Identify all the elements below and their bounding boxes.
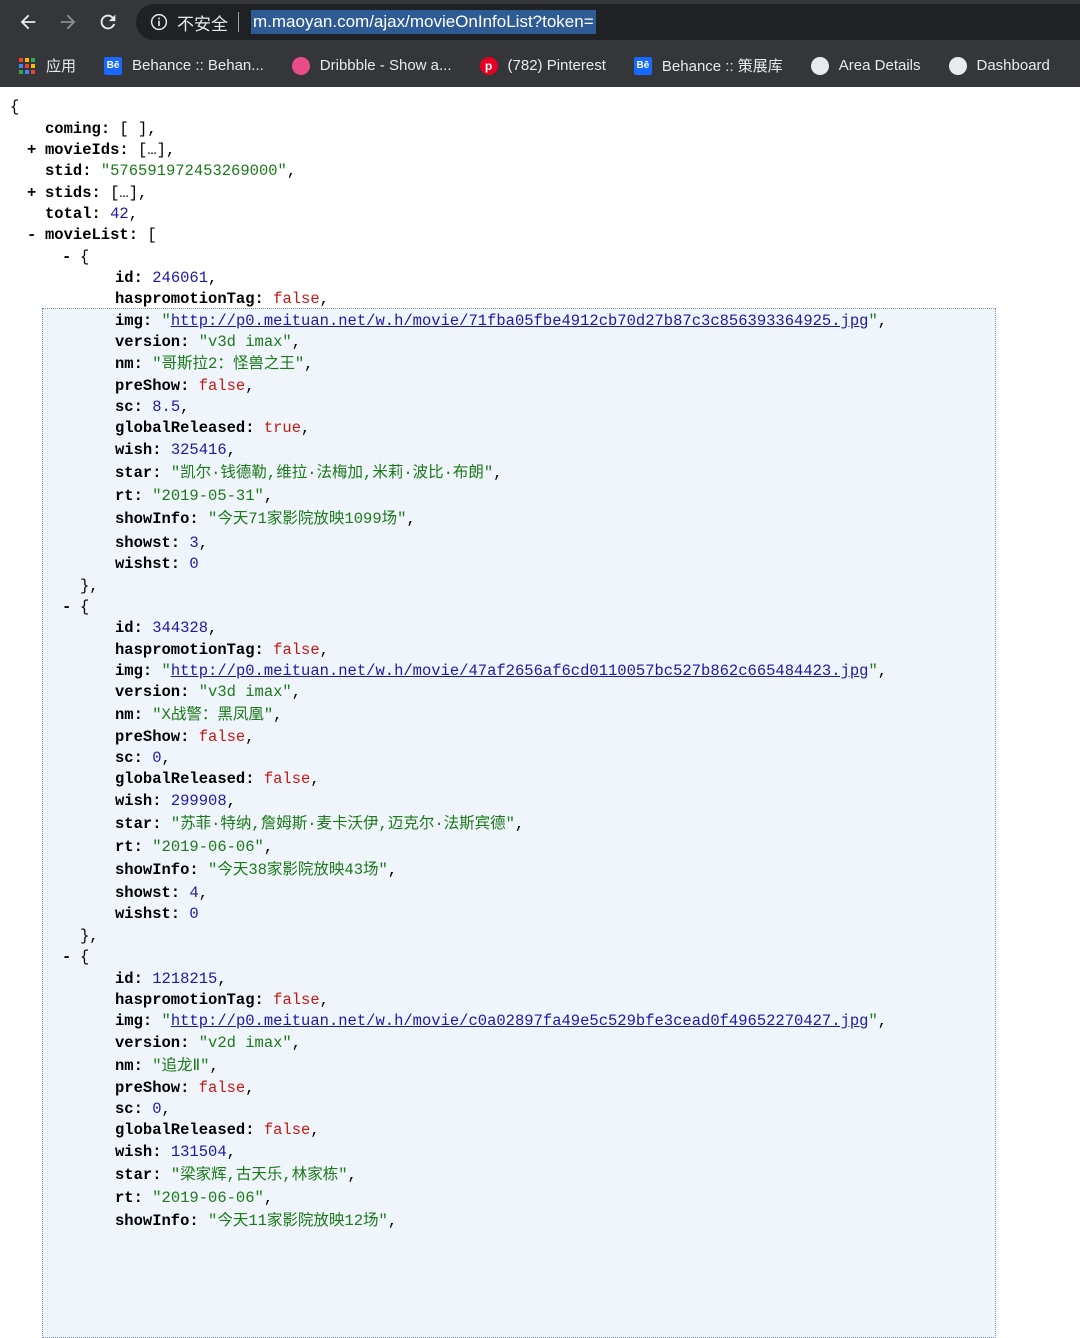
json-row-nm: nm: "追龙Ⅱ",	[115, 1057, 219, 1075]
json-row-nm: nm: "哥斯拉2：怪兽之王",	[115, 355, 314, 373]
json-row-showst: showst: 4,	[115, 884, 209, 902]
json-row-coming: coming: [ ],	[45, 120, 157, 138]
globe-icon	[948, 56, 967, 75]
json-row-wish: wish: 299908,	[115, 792, 236, 810]
json-row-total: total: 42,	[45, 205, 139, 223]
json-row-stids: stids: […],	[45, 184, 148, 202]
json-row-sc: sc: 8.5,	[115, 398, 190, 416]
json-row-haspromotionTag: haspromotionTag: false,	[115, 991, 329, 1009]
json-row-globalReleased: globalReleased: false,	[115, 1121, 320, 1139]
bookmarks-bar: 应用 Bē Behance :: Behan... Dribbble - Sho…	[0, 44, 1080, 87]
apps-grid-icon	[18, 57, 36, 75]
json-row-version: version: "v3d imax",	[115, 333, 302, 351]
json-row-showInfo: showInfo: "今天71家影院放映1099场",	[115, 510, 416, 528]
json-row-showInfo: showInfo: "今天11家影院放映12场",	[115, 1212, 398, 1230]
bookmark-label: Dashboard	[976, 57, 1050, 74]
bookmark-pinterest[interactable]: p (782) Pinterest	[479, 56, 606, 75]
address-divider	[238, 12, 239, 32]
arrow-right-icon	[60, 14, 76, 30]
image-link[interactable]: http://p0.meituan.net/w.h/movie/71fba05f…	[171, 312, 869, 330]
expand-toggle[interactable]: +	[27, 183, 36, 203]
json-row-globalReleased: globalReleased: true,	[115, 419, 311, 437]
bookmark-dashboard[interactable]: Dashboard	[948, 56, 1050, 75]
json-row-img: img: "http://p0.meituan.net/w.h/movie/71…	[115, 312, 888, 330]
bookmark-apps[interactable]: 应用	[18, 55, 76, 76]
collapse-toggle[interactable]: -	[27, 225, 36, 245]
json-row-id: id: 1218215,	[115, 970, 227, 988]
json-row-rt: rt: "2019-06-06",	[115, 1189, 274, 1207]
behance-icon: Bē	[633, 56, 652, 75]
json-row-nm: nm: "X战警：黑凤凰",	[115, 706, 283, 724]
image-link[interactable]: http://p0.meituan.net/w.h/movie/c0a02897…	[171, 1012, 869, 1030]
json-row-rt: rt: "2019-05-31",	[115, 487, 274, 505]
json-row-preShow: preShow: false,	[115, 377, 255, 395]
info-icon[interactable]	[150, 13, 168, 31]
expand-toggle[interactable]: +	[27, 140, 36, 160]
forward-button[interactable]	[53, 7, 83, 37]
pinterest-icon: p	[479, 56, 498, 75]
collapse-toggle[interactable]: -	[62, 247, 71, 267]
bookmark-label: Behance :: Behan...	[132, 57, 264, 74]
json-row-preShow: preShow: false,	[115, 1079, 255, 1097]
json-row-showst: showst: 3,	[115, 534, 209, 552]
json-row-sc: sc: 0,	[115, 749, 171, 767]
browser-toolbar: 不安全 m.maoyan.com/ajax/movieOnInfoList?to…	[0, 0, 1080, 44]
json-object-close: },	[80, 927, 99, 945]
url-text[interactable]: m.maoyan.com/ajax/movieOnInfoList?token=	[251, 10, 596, 34]
json-row-star: star: "苏菲·特纳,詹姆斯·麦卡沃伊,迈克尔·法斯宾德",	[115, 815, 525, 833]
globe-icon	[810, 56, 829, 75]
dribbble-icon	[291, 56, 310, 75]
json-row-id: id: 344328,	[115, 619, 218, 637]
json-row-globalReleased: globalReleased: false,	[115, 770, 320, 788]
json-row-version: version: "v2d imax",	[115, 1034, 302, 1052]
json-row-wish: wish: 131504,	[115, 1143, 236, 1161]
json-row-star: star: "梁家辉,古天乐,林家栋",	[115, 1166, 357, 1184]
bookmark-behance[interactable]: Bē Behance :: Behan...	[104, 56, 264, 75]
json-row-showInfo: showInfo: "今天38家影院放映43场",	[115, 861, 398, 879]
bookmark-dribbble[interactable]: Dribbble - Show a...	[291, 56, 452, 75]
json-row-movieIds: movieIds: […],	[45, 141, 176, 159]
address-bar[interactable]: 不安全 m.maoyan.com/ajax/movieOnInfoList?to…	[136, 4, 1080, 40]
bookmark-label: 应用	[46, 58, 77, 75]
json-row-haspromotionTag: haspromotionTag: false,	[115, 641, 329, 659]
bookmark-area-details[interactable]: Area Details	[810, 56, 921, 75]
json-row-movieList: movieList: [	[45, 226, 157, 244]
behance-icon: Bē	[104, 56, 123, 75]
bookmark-behance-curated[interactable]: Bē Behance :: 策展库	[633, 55, 783, 76]
image-link[interactable]: http://p0.meituan.net/w.h/movie/47af2656…	[171, 662, 869, 680]
json-object-close: },	[80, 577, 99, 595]
bookmark-label: Dribbble - Show a...	[319, 57, 452, 74]
json-row-preShow: preShow: false,	[115, 728, 255, 746]
json-root-open: {	[10, 98, 20, 116]
json-row-wish: wish: 325416,	[115, 441, 236, 459]
json-row-rt: rt: "2019-06-06",	[115, 838, 274, 856]
bookmark-label: (782) Pinterest	[507, 57, 606, 74]
bookmark-label: Behance :: 策展库	[661, 58, 783, 75]
json-row-haspromotionTag: haspromotionTag: false,	[115, 290, 329, 308]
back-button[interactable]	[13, 7, 43, 37]
json-object-open: {	[80, 598, 90, 616]
json-row-stid: stid: "576591972453269000",	[45, 162, 297, 180]
json-row-sc: sc: 0,	[115, 1100, 171, 1118]
bookmark-label: Area Details	[838, 57, 921, 74]
collapse-toggle[interactable]: -	[62, 947, 71, 967]
json-row-star: star: "凯尔·钱德勒,维拉·法梅加,米莉·波比·布朗",	[115, 464, 503, 482]
json-row-img: img: "http://p0.meituan.net/w.h/movie/47…	[115, 662, 888, 680]
json-row-id: id: 246061,	[115, 269, 218, 287]
reload-button[interactable]	[93, 7, 123, 37]
json-row-version: version: "v3d imax",	[115, 683, 302, 701]
arrow-left-icon	[20, 14, 36, 30]
json-row-img: img: "http://p0.meituan.net/w.h/movie/c0…	[115, 1012, 888, 1030]
json-object-open: {	[80, 948, 90, 966]
json-row-wishst: wishst: 0	[115, 905, 199, 923]
collapse-toggle[interactable]: -	[62, 597, 71, 617]
security-label[interactable]: 不安全	[177, 10, 228, 35]
json-row-wishst: wishst: 0	[115, 555, 199, 573]
json-object-open: {	[80, 248, 90, 266]
reload-icon	[100, 14, 116, 30]
